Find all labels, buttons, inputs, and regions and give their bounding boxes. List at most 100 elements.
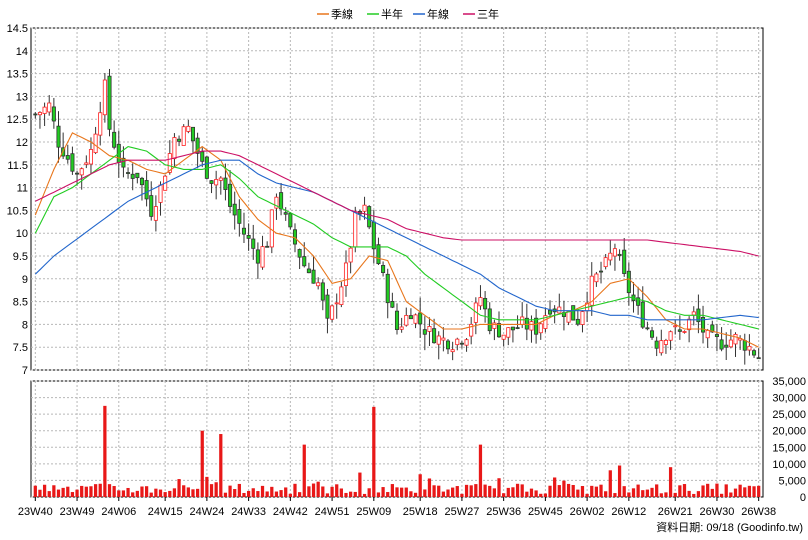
candle-body [515, 327, 520, 329]
candle-body [241, 227, 247, 235]
volume-tick-label: 15,000 [772, 442, 806, 454]
candle-body [733, 333, 738, 345]
candle-body [186, 125, 191, 132]
x-tick-label: 23W40 [18, 506, 53, 518]
candle-body [663, 339, 668, 345]
candle-body [223, 177, 228, 190]
volume-bar [474, 484, 478, 497]
candle-body [501, 334, 506, 340]
stock-chart: 季線 半年 年線 三年 14.5 14 13.5 13 12.5 12 11.5 11 10.5 10 9… [7, 7, 806, 534]
volume-bar [395, 487, 399, 497]
legend-label: 三年 [477, 7, 499, 21]
volume-bar [599, 484, 603, 497]
volume-bar [757, 485, 761, 497]
volume-bar [298, 492, 302, 497]
volume-bar [121, 490, 126, 497]
volume-bar [66, 486, 70, 497]
volume-bar [140, 486, 144, 497]
candle-body [640, 301, 645, 328]
volume-bar [400, 487, 404, 497]
candle-body [455, 338, 460, 346]
volume-bar [752, 486, 756, 497]
volume-bar [696, 491, 701, 497]
volume-bar [112, 486, 116, 497]
volume-bar [673, 492, 677, 497]
candle-body [88, 149, 93, 165]
volume-bar [655, 484, 659, 497]
candle-body [292, 229, 298, 245]
x-axis-ticks: 23W40 23W49 24W06 24W15 24W24 24W33 24W42 24W51… [18, 497, 776, 518]
legend-label: 半年 [381, 7, 403, 21]
candle-body [232, 203, 237, 216]
candle-body [177, 138, 182, 142]
volume-bar [409, 491, 413, 497]
volume-bar [627, 492, 631, 497]
price-tick-label: 10.5 [7, 205, 28, 217]
x-tick-label: 24W15 [148, 506, 183, 518]
x-tick-label: 24W24 [189, 506, 224, 518]
candle-body [445, 340, 451, 350]
volume-bar [89, 486, 93, 497]
volume-bar [645, 489, 650, 497]
candle-body [747, 345, 752, 351]
volume-bar [284, 487, 288, 497]
candle-body [260, 246, 265, 268]
x-tick-label: 26W12 [611, 506, 646, 518]
candle-body [376, 244, 381, 265]
x-tick-label: 26W30 [700, 506, 735, 518]
volume-bar [321, 486, 325, 497]
candle-body [427, 326, 432, 332]
price-tick-label: 14.5 [7, 23, 28, 35]
legend-label: 年線 [427, 7, 449, 21]
volume-bar [265, 491, 269, 497]
volume-bar [242, 493, 246, 497]
volume-bar [469, 485, 473, 497]
candle-body [297, 249, 302, 258]
candle-body [436, 335, 441, 345]
volume-bar [715, 483, 719, 497]
volume-bar [107, 484, 112, 497]
price-tick-label: 11 [17, 183, 28, 195]
price-tick-label: 8 [22, 319, 28, 331]
volume-bar [576, 489, 580, 497]
price-tick-label: 12 [16, 137, 28, 149]
candle-body [724, 344, 729, 348]
volume-bar [710, 488, 714, 497]
x-tick-label: 25W18 [403, 506, 438, 518]
volume-bar [47, 491, 51, 497]
volume-bar [182, 485, 186, 497]
candle-body [84, 162, 89, 165]
candle-body [306, 268, 311, 274]
volume-bar [451, 487, 455, 497]
price-tick-label: 7.5 [13, 342, 28, 354]
volume-tick-label: 10,000 [772, 459, 806, 471]
price-tick-label: 11.5 [7, 160, 28, 172]
volume-bar [678, 485, 682, 497]
candle-body [255, 249, 260, 264]
volume-bar [724, 484, 728, 497]
volume-bar [135, 490, 139, 497]
candle-body [190, 126, 195, 142]
candle-body [673, 325, 678, 328]
candle-body [659, 340, 664, 354]
candle-body [520, 316, 525, 325]
candle-body [251, 238, 256, 249]
candle-body [385, 273, 390, 304]
candle-body [209, 180, 214, 184]
volume-bar [61, 487, 65, 497]
volume-bar [172, 488, 177, 497]
x-tick-label: 24W33 [231, 506, 266, 518]
candle-body [612, 248, 617, 257]
volume-bar [636, 484, 640, 497]
volume-bar [376, 492, 381, 497]
volume-bar [534, 490, 538, 497]
candle-body [362, 204, 367, 212]
candle-body [279, 192, 284, 210]
volume-bar [613, 493, 617, 497]
volume-bar [335, 484, 339, 497]
volume-bar [163, 492, 167, 497]
candle-body [47, 102, 52, 113]
candle-body [557, 306, 562, 314]
candle-body [265, 245, 270, 248]
volume-bar [358, 472, 362, 497]
